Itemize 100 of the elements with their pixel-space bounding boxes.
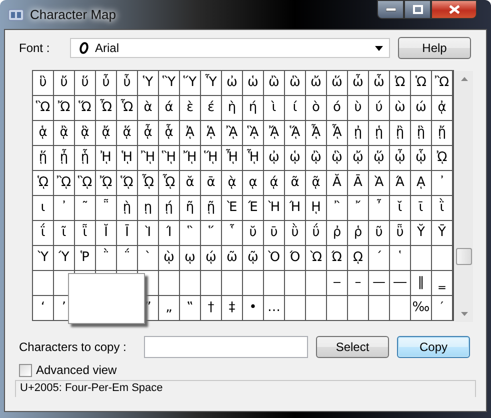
blank-character-cell[interactable] [285,271,305,295]
blank-character-cell[interactable] [222,271,242,295]
character-cell[interactable]: ᾮ [138,171,158,195]
character-cell[interactable]: ῳ [180,246,200,270]
character-cell[interactable]: ‗ [432,271,452,295]
maximize-button[interactable] [404,0,431,19]
character-cell[interactable]: ᾌ [264,121,284,145]
character-cell[interactable]: Ῥ [75,246,95,270]
character-cell[interactable]: ὤ [306,71,326,95]
character-cell[interactable]: ᾛ [159,146,179,170]
character-cell[interactable]: ῁ [96,196,116,220]
character-cell[interactable]: Ὕ [180,71,200,95]
character-cell[interactable]: ᾍ [285,121,305,145]
character-cell[interactable]: ῆ [180,196,200,220]
character-cell[interactable]: ᾡ [285,146,305,170]
character-cell[interactable]: ῾ [390,246,410,270]
close-button[interactable] [431,0,477,19]
character-cell[interactable]: – [348,271,368,295]
character-cell[interactable]: ὕ [75,71,95,95]
character-cell[interactable]: ῂ [117,196,137,220]
character-cell[interactable]: ‟ [180,296,200,320]
character-cell[interactable]: ᾢ [306,146,326,170]
character-cell[interactable]: ώ [411,96,431,120]
blank-character-cell[interactable] [327,296,347,320]
character-cell[interactable]: ῼ [348,246,368,270]
character-cell[interactable]: • [243,296,263,320]
blank-character-cell[interactable] [264,271,284,295]
character-cell[interactable]: ῧ [390,221,410,245]
character-cell[interactable]: ᾟ [243,146,263,170]
character-cell[interactable]: ᾔ [432,121,452,145]
character-cell[interactable]: ‰ [411,296,431,320]
character-cell[interactable]: ὥ [327,71,347,95]
character-cell[interactable]: ῭ [96,246,116,270]
character-cell[interactable]: ῷ [243,246,263,270]
character-cell[interactable]: Έ [243,196,263,220]
character-cell[interactable]: ᾼ [411,171,431,195]
character-cell[interactable]: ῃ [138,196,158,220]
character-cell[interactable]: Ό [285,246,305,270]
character-cell[interactable]: ό [327,96,347,120]
character-cell[interactable]: ᾐ [348,121,368,145]
copy-button[interactable]: Copy [397,336,470,358]
character-cell[interactable]: ᾥ [369,146,389,170]
character-cell[interactable]: ᾰ [180,171,200,195]
character-cell[interactable]: ᾽ [432,171,452,195]
character-cell[interactable]: ΐ [33,221,53,245]
character-cell[interactable]: ‖ [411,271,431,295]
character-cell[interactable]: ῎ [348,196,368,220]
character-cell[interactable]: Ὥ [75,96,95,120]
characters-to-copy-field[interactable] [144,336,308,358]
character-cell[interactable]: ῟ [222,221,242,245]
character-cell[interactable]: Ῑ [117,221,137,245]
minimize-button[interactable] [377,0,404,19]
character-cell[interactable]: ‒ [327,271,347,295]
character-cell[interactable]: ΅ [117,246,137,270]
character-cell[interactable]: ὰ [138,96,158,120]
character-cell[interactable]: ῍ [327,196,347,220]
scroll-down-arrow-icon[interactable] [460,312,468,316]
character-cell[interactable]: Ὑ [138,71,158,95]
blank-character-cell[interactable] [306,296,326,320]
character-cell[interactable]: Ὧ [117,96,137,120]
character-cell[interactable]: ΰ [306,221,326,245]
character-cell[interactable]: ― [390,271,410,295]
character-cell[interactable]: ὧ [369,71,389,95]
character-cell[interactable]: ᾀ [432,96,452,120]
character-cell[interactable]: ᾬ [96,171,116,195]
character-cell[interactable]: Ᾱ [348,171,368,195]
character-cell[interactable]: ᾒ [390,121,410,145]
character-cell[interactable]: ᾎ [306,121,326,145]
character-cell[interactable]: ὸ [306,96,326,120]
character-cell[interactable]: ῒ [432,196,452,220]
character-cell[interactable]: ᾦ [390,146,410,170]
blank-character-cell[interactable] [432,246,452,270]
character-cell[interactable]: ῞ [201,221,221,245]
character-cell[interactable]: Ὺ [33,246,53,270]
character-cell[interactable]: Ὦ [96,96,116,120]
character-cell[interactable]: Ή [285,196,305,220]
character-cell[interactable]: ‡ [222,296,242,320]
character-cell[interactable]: ῲ [159,246,179,270]
character-cell[interactable]: ῶ [222,246,242,270]
character-cell[interactable]: ᾙ [117,146,137,170]
character-cell[interactable]: ᾱ [201,171,221,195]
character-cell[interactable]: Ῐ [96,221,116,245]
select-button[interactable]: Select [316,336,389,358]
blank-character-cell[interactable] [243,271,263,295]
help-button[interactable]: Help [398,37,471,59]
character-cell[interactable]: ῥ [348,221,368,245]
character-cell[interactable]: ῠ [243,221,263,245]
character-cell[interactable]: Ῠ [411,221,431,245]
scrollbar[interactable] [455,71,473,322]
character-cell[interactable]: ὣ [285,71,305,95]
character-cell[interactable]: ὦ [348,71,368,95]
character-cell[interactable]: ᾃ [75,121,95,145]
character-cell[interactable]: Ᾰ [327,171,347,195]
character-cell[interactable]: ὓ [33,71,53,95]
character-cell[interactable]: ᾉ [201,121,221,145]
character-cell[interactable]: Ὡ [411,71,431,95]
character-cell[interactable]: ᾲ [222,171,242,195]
character-cell[interactable]: ᾿ [54,196,74,220]
character-cell[interactable]: ᾏ [327,121,347,145]
character-cell[interactable]: ὶ [264,96,284,120]
